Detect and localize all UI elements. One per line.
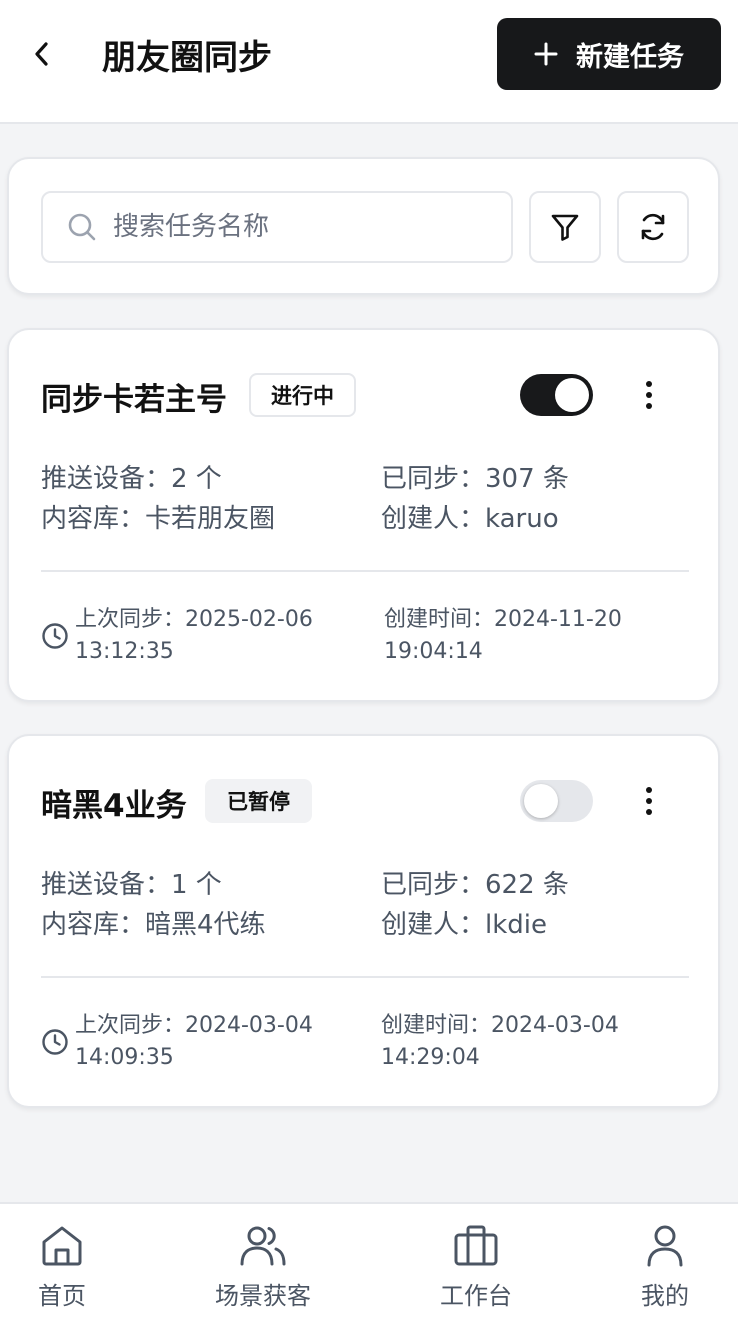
status-badge: 进行中 (249, 373, 356, 417)
last-sync: 上次同步：2025-02-06 13:12:35 (75, 604, 313, 668)
creator: 创建人：karuo (381, 504, 559, 534)
task-name: 暗黑4业务 (41, 788, 187, 824)
chevron-left-icon (35, 42, 48, 66)
created-time: 19:04:14 (384, 639, 483, 664)
divider (41, 976, 689, 978)
new-task-label: 新建任务 (576, 41, 684, 73)
last-sync: 上次同步：2024-03-04 14:09:35 (75, 1010, 313, 1074)
synced-count: 已同步：622 条 (381, 870, 569, 900)
task-toggle[interactable] (520, 374, 593, 416)
last-sync-time: 13:12:35 (75, 639, 174, 664)
toggle-knob (524, 784, 558, 818)
created-time: 14:29:04 (381, 1045, 480, 1070)
app-root: 朋友圈同步 新建任务 搜索任务名称 同步卡若主号 进行中 推送设备：2 个 已同… (0, 0, 738, 1320)
more-button[interactable] (629, 778, 669, 824)
synced-count: 已同步：307 条 (381, 464, 569, 494)
created-date: 创建时间：2024-03-04 (381, 1013, 619, 1038)
users-icon (240, 1226, 286, 1266)
last-sync-date: 上次同步：2025-02-06 (75, 607, 313, 632)
task-toggle[interactable] (520, 780, 593, 822)
push-devices: 推送设备：1 个 (41, 870, 222, 900)
clock-icon (42, 1029, 68, 1055)
status-badge: 已暂停 (205, 779, 312, 823)
back-button[interactable] (22, 30, 62, 78)
nav-item-workbench[interactable]: 工作台 (425, 1204, 527, 1320)
filter-button[interactable] (529, 191, 601, 263)
search-icon (68, 213, 96, 241)
search-box[interactable] (41, 191, 513, 263)
filter-icon (551, 214, 579, 241)
top-bar: 朋友圈同步 新建任务 (0, 0, 738, 124)
last-sync-date: 上次同步：2024-03-04 (75, 1013, 313, 1038)
briefcase-icon (454, 1225, 498, 1266)
toggle-knob (555, 378, 589, 412)
created-at: 创建时间：2024-11-20 19:04:14 (384, 604, 622, 668)
divider (41, 570, 689, 572)
more-vertical-icon (646, 381, 652, 409)
created-at: 创建时间：2024-03-04 14:29:04 (381, 1010, 619, 1074)
search-input[interactable] (113, 212, 473, 242)
home-icon (42, 1226, 82, 1266)
task-card[interactable]: 同步卡若主号 进行中 推送设备：2 个 已同步：307 条 内容库：卡若朋友圈 … (7, 328, 720, 702)
content-library: 内容库：卡若朋友圈 (41, 504, 276, 534)
more-vertical-icon (646, 787, 652, 815)
nav-item-home[interactable]: 首页 (22, 1204, 102, 1320)
push-devices: 推送设备：2 个 (41, 464, 222, 494)
content-library: 内容库：暗黑4代练 (41, 910, 266, 940)
last-sync-time: 14:09:35 (75, 1045, 174, 1070)
clock-icon (42, 623, 68, 649)
nav-item-me[interactable]: 我的 (625, 1204, 705, 1320)
nav-label: 我的 (641, 1282, 689, 1310)
refresh-icon (641, 213, 665, 241)
search-card (7, 157, 720, 295)
refresh-button[interactable] (617, 191, 689, 263)
user-icon (647, 1225, 683, 1267)
plus-icon (534, 42, 558, 66)
task-name: 同步卡若主号 (41, 382, 227, 418)
nav-item-scene-acquisition[interactable]: 场景获客 (200, 1204, 326, 1320)
page-title: 朋友圈同步 (102, 37, 272, 78)
new-task-button[interactable]: 新建任务 (497, 18, 721, 90)
more-button[interactable] (629, 372, 669, 418)
bottom-nav: 首页 场景获客 工作台 我的 (0, 1202, 738, 1320)
nav-label: 首页 (38, 1282, 86, 1310)
nav-label: 工作台 (440, 1282, 512, 1310)
task-card[interactable]: 暗黑4业务 已暂停 推送设备：1 个 已同步：622 条 内容库：暗黑4代练 创… (7, 734, 720, 1108)
creator: 创建人：lkdie (381, 910, 548, 940)
nav-label: 场景获客 (215, 1282, 311, 1310)
created-date: 创建时间：2024-11-20 (384, 607, 622, 632)
